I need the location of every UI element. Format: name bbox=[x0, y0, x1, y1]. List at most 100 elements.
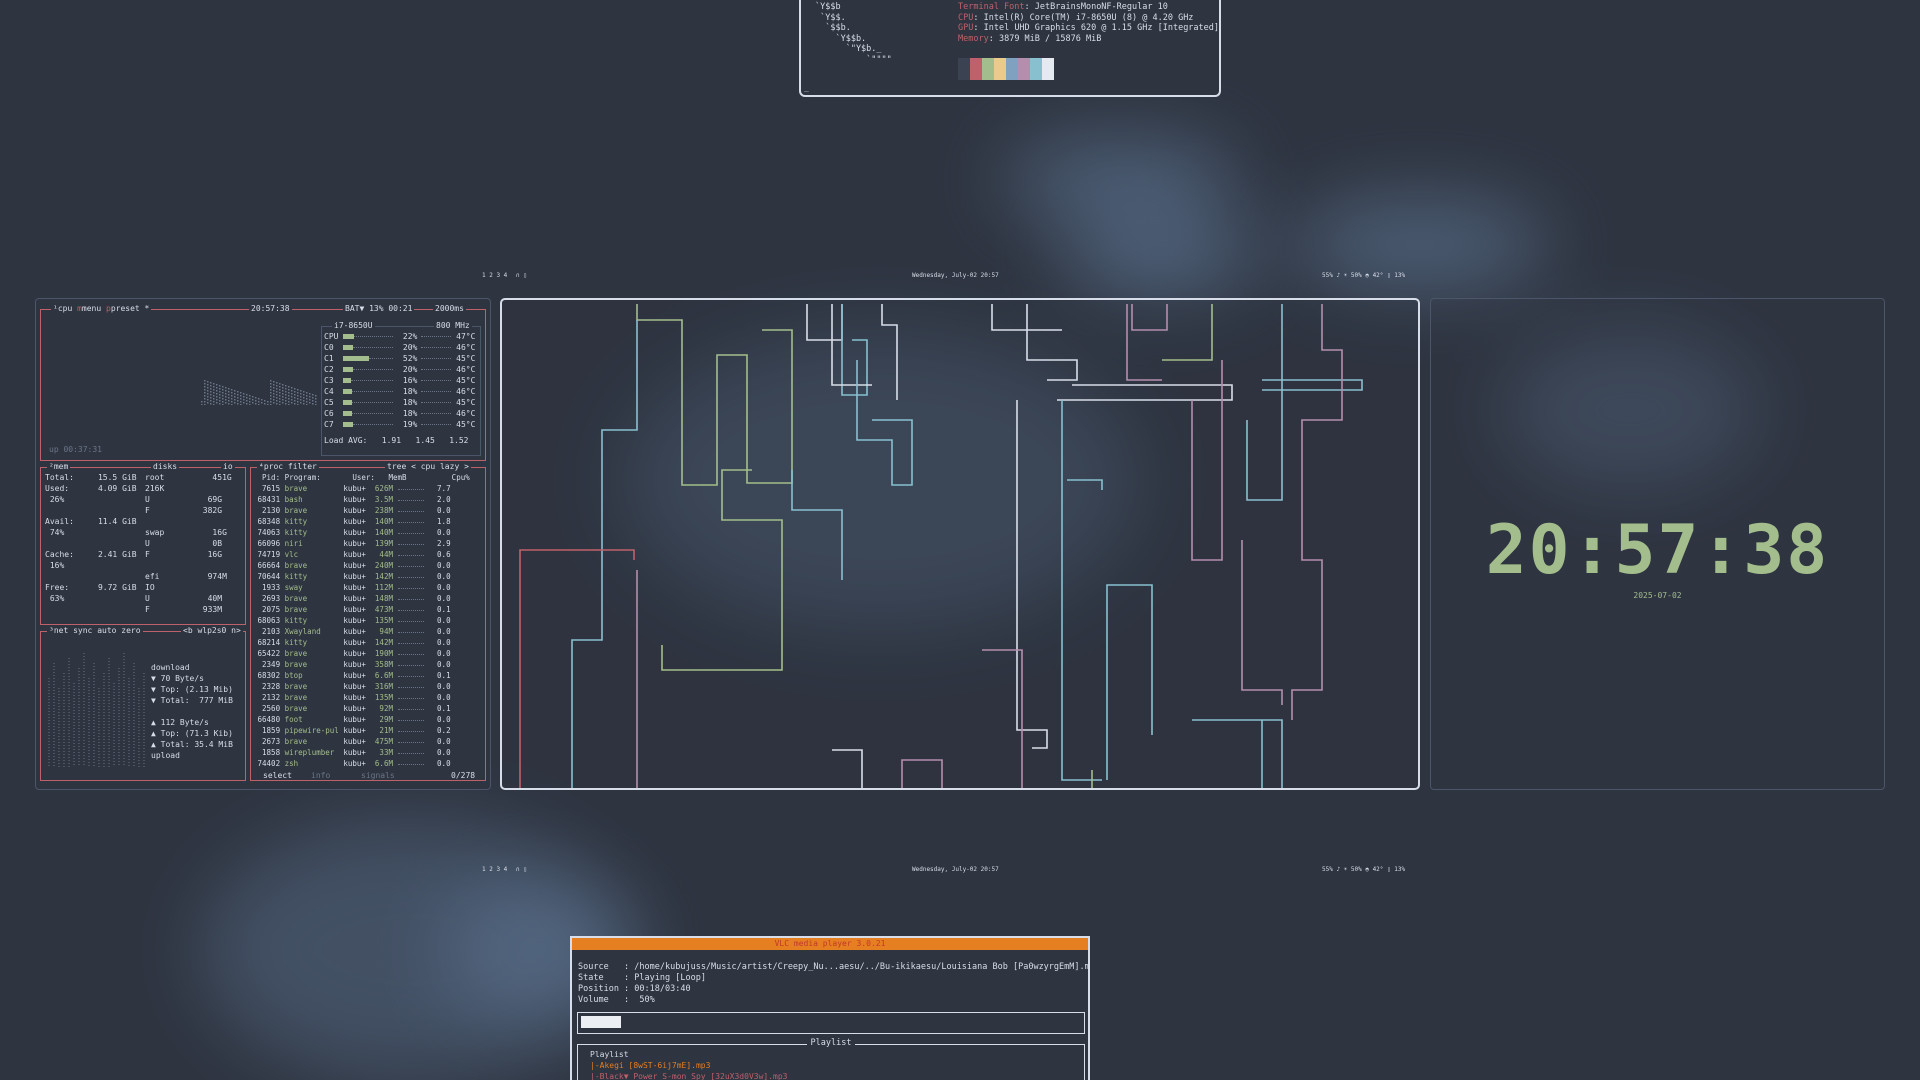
workspaces[interactable]: 1 2 3 4 bbox=[482, 866, 507, 873]
process-row[interactable]: 1859 pipewire-pul kubu+ 21M 0.2 bbox=[253, 725, 451, 736]
cpu-core-row: CPU 22% 47°C bbox=[324, 332, 476, 341]
clock-window[interactable]: 20:57:38 2025-07-02 bbox=[1430, 298, 1885, 790]
process-row[interactable]: 68302 btop kubu+ 6.6M 0.1 bbox=[253, 670, 451, 681]
layout-indicator[interactable]: ∩ ▯ bbox=[516, 272, 527, 279]
info-row: GPU: Intel UHD Graphics 620 @ 1.15 GHz [… bbox=[958, 23, 1220, 34]
disk-row: swap 16G bbox=[145, 528, 227, 537]
process-row[interactable]: 68214 kitty kubu+ 142M 0.0 bbox=[253, 637, 451, 648]
cpu-title: ¹cpu mmenu ppreset * bbox=[51, 304, 152, 313]
process-row[interactable]: 2693 brave kubu+ 148M 0.0 bbox=[253, 593, 451, 604]
vlc-progress[interactable] bbox=[577, 1012, 1085, 1034]
color-swatch bbox=[982, 58, 994, 80]
process-row[interactable]: 66096 niri kubu+ 139M 2.9 bbox=[253, 538, 451, 549]
process-row[interactable]: 2075 brave kubu+ 473M 0.1 bbox=[253, 604, 451, 615]
process-row[interactable]: 74402 zsh kubu+ 6.6M 0.0 bbox=[253, 758, 451, 769]
process-row[interactable]: 7615 brave kubu+ 626M 7.7 bbox=[253, 483, 451, 494]
net-graph bbox=[48, 653, 145, 767]
playlist-item[interactable]: |-Akegi [8wST-6ij7mE].mp3 bbox=[590, 1060, 710, 1071]
disk-row: U 0B bbox=[145, 539, 223, 548]
net-row: ▼ 70 Byte/s bbox=[151, 674, 204, 683]
process-row[interactable]: 2673 brave kubu+ 475M 0.0 bbox=[253, 736, 451, 747]
bar-status[interactable]: 55% ♪ ☀ 50% ◓ 42° ▯ 13% bbox=[1322, 272, 1405, 279]
playlist-box: Playlist Playlist |-Akegi [8wST-6ij7mE].… bbox=[577, 1038, 1085, 1080]
mem-row: Cache: 2.41 GiB bbox=[45, 550, 137, 559]
net-row: upload bbox=[151, 751, 180, 760]
cpu-bar bbox=[343, 411, 353, 416]
cpu-core-row: C4 18% 46°C bbox=[324, 387, 476, 396]
vlc-window[interactable]: VLC media player 3.0.21 Source : /home/k… bbox=[570, 936, 1090, 1080]
mem-row: Free: 9.72 GiB bbox=[45, 583, 137, 592]
bar-clock[interactable]: Wednesday, July-02 20:57 bbox=[912, 866, 999, 873]
bar-clock[interactable]: Wednesday, July-02 20:57 bbox=[912, 272, 999, 279]
process-row[interactable]: 2130 brave kubu+ 238M 0.0 bbox=[253, 505, 451, 516]
mem-row: 63% bbox=[45, 594, 65, 603]
process-row[interactable]: 74063 kitty kubu+ 140M 0.0 bbox=[253, 527, 451, 538]
process-row[interactable]: 2328 brave kubu+ 316M 0.0 bbox=[253, 681, 451, 692]
terminal-cursor: _ bbox=[804, 83, 809, 92]
disk-row: root 451G bbox=[145, 473, 232, 482]
status-bar-bottom: 1 2 3 4 ∩ ▯ Wednesday, July-02 20:57 55%… bbox=[480, 864, 1440, 876]
layout-indicator[interactable]: ∩ ▯ bbox=[516, 866, 527, 873]
system-info: Terminal Font: JetBrainsMonoNF-Regular 1… bbox=[958, 2, 1219, 44]
process-row[interactable]: 65422 brave kubu+ 190M 0.0 bbox=[253, 648, 451, 659]
process-row[interactable]: 2560 brave kubu+ 92M 0.1 bbox=[253, 703, 451, 714]
proc-header: Pid: Program: User: MemB Cpu% bbox=[253, 473, 470, 482]
process-row[interactable]: 1858 wireplumber kubu+ 33M 0.0 bbox=[253, 747, 451, 758]
load-avg: Load AVG: 1.91 1.45 1.52 bbox=[324, 436, 469, 445]
process-row[interactable]: 2103 Xwayland kubu+ 94M 0.0 bbox=[253, 626, 451, 637]
color-swatch bbox=[970, 58, 982, 80]
proc-box: ⁴proc filter tree < cpu lazy > Pid: Prog… bbox=[250, 462, 486, 781]
proc-count: 0/278 bbox=[451, 771, 476, 780]
process-row[interactable]: 68348 kitty kubu+ 140M 1.8 bbox=[253, 516, 451, 527]
cpu-core-row: C5 18% 45°C bbox=[324, 398, 476, 407]
cpu-bar bbox=[343, 367, 354, 372]
process-row[interactable]: 66664 brave kubu+ 240M 0.0 bbox=[253, 560, 451, 571]
clock-date: 2025-07-02 bbox=[1633, 591, 1682, 600]
info-row: CPU: Intel(R) Core(TM) i7-8650U (8) @ 4.… bbox=[958, 12, 1194, 23]
mem-box: ²mem disks io Total: 15.5 GiB Used: 4.09 … bbox=[40, 462, 246, 625]
progress-fill bbox=[581, 1016, 621, 1028]
pipes-art bbox=[519, 304, 1363, 788]
process-row[interactable]: 2132 brave kubu+ 135M 0.0 bbox=[253, 692, 451, 703]
fastfetch-window[interactable]: `Y$$b `Y$$. `$$b. `Y$$b. `"Y$b._ `"""" T… bbox=[799, 0, 1221, 97]
vlc-title: VLC media player 3.0.21 bbox=[572, 938, 1088, 950]
color-swatch bbox=[1006, 58, 1018, 80]
process-row[interactable]: 1933 sway kubu+ 112M 0.0 bbox=[253, 582, 451, 593]
color-swatch bbox=[1042, 58, 1054, 80]
mem-row: Used: 4.09 GiB bbox=[45, 484, 137, 493]
cpu-bar bbox=[343, 334, 355, 339]
select-label: select bbox=[263, 771, 292, 780]
color-swatches bbox=[958, 58, 1054, 80]
cpu-bar bbox=[343, 356, 370, 361]
info-row: Memory: 3879 MiB / 15876 MiB bbox=[958, 33, 1102, 44]
disk-row: F 382G bbox=[145, 506, 223, 515]
cpu-core-row: C7 19% 45°C bbox=[324, 420, 476, 429]
disk-row: IO bbox=[145, 583, 155, 592]
disk-row: 216K bbox=[145, 484, 165, 493]
process-row[interactable]: 68431 bash kubu+ 3.5M 2.0 bbox=[253, 494, 451, 505]
process-row[interactable]: 68063 kitty kubu+ 135M 0.0 bbox=[253, 615, 451, 626]
process-row[interactable]: 2349 brave kubu+ 358M 0.0 bbox=[253, 659, 451, 670]
color-swatch bbox=[1030, 58, 1042, 80]
disk-row: U 69G bbox=[145, 495, 223, 504]
refresh-interval[interactable]: 2000ms bbox=[433, 304, 466, 313]
btop-window[interactable]: ¹cpu mmenu ppreset * 20:57:38 BAT▼ 13% 0… bbox=[35, 298, 491, 790]
cpu-bar bbox=[343, 378, 352, 383]
workspaces[interactable]: 1 2 3 4 bbox=[482, 272, 507, 279]
clock-time: 20:57:38 bbox=[1485, 511, 1830, 590]
mem-row: Avail: 11.4 GiB bbox=[45, 517, 137, 526]
process-row[interactable]: 66480 foot kubu+ 29M 0.0 bbox=[253, 714, 451, 725]
playlist-item[interactable]: |-Black▼ Power S-mon Spy [32uX3d0V3w].mp… bbox=[590, 1071, 787, 1080]
vlc-info: Source : /home/kubujuss/Music/artist/Cre… bbox=[578, 962, 1090, 1005]
process-row[interactable]: 70644 kitty kubu+ 142M 0.0 bbox=[253, 571, 451, 582]
cpu-graph bbox=[201, 380, 317, 405]
distro-logo: `Y$$b `Y$$. `$$b. `Y$$b. `"Y$b._ `"""" bbox=[815, 2, 892, 65]
process-row[interactable]: 74719 vlc kubu+ 44M 0.6 bbox=[253, 549, 451, 560]
net-row: ▼ Total: 777 MiB bbox=[151, 696, 233, 705]
pipes-window[interactable] bbox=[500, 298, 1420, 790]
info-label: info bbox=[311, 771, 331, 780]
mem-row: 26% bbox=[45, 495, 65, 504]
color-swatch bbox=[958, 58, 970, 80]
bar-status[interactable]: 55% ♪ ☀ 50% ◓ 42° ▯ 13% bbox=[1322, 866, 1405, 873]
playlist-label: Playlist bbox=[590, 1050, 629, 1059]
